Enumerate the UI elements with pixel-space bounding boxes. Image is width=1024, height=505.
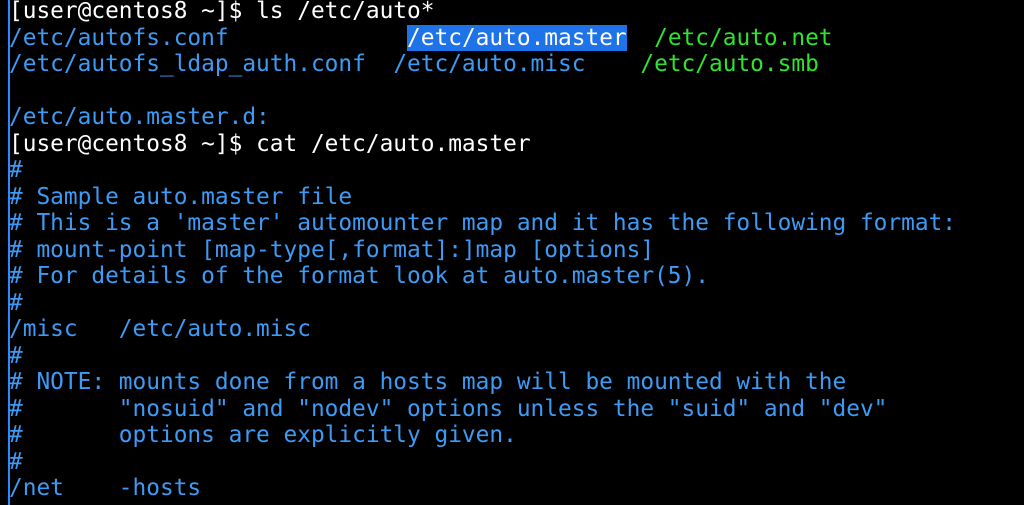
file-content-line: # For details of the format look at auto… bbox=[9, 263, 709, 289]
file-content-line: # This is a 'master' automounter map and… bbox=[9, 210, 957, 236]
file-entry: /etc/autofs.conf bbox=[9, 24, 229, 51]
file-entry: /etc/auto.misc bbox=[393, 51, 586, 77]
executable-file-entry: /etc/auto.smb bbox=[640, 51, 819, 77]
executable-file-entry: /etc/auto.net bbox=[654, 24, 833, 51]
file-content-line: # options are explicitly given. bbox=[9, 422, 517, 448]
terminal-output: [user@centos8 ~]$ ls /etc/auto* /etc/aut… bbox=[9, 0, 956, 502]
file-content-line: # bbox=[9, 289, 23, 316]
ls-output-row: /etc/autofs.conf /etc/auto.master /etc/a… bbox=[9, 24, 956, 52]
file-content-line: # bbox=[9, 448, 23, 475]
file-content-line: # bbox=[9, 342, 23, 369]
file-content-line: # mount-point [map-type[,format]:]map [o… bbox=[9, 236, 655, 263]
selected-file-entry: /etc/auto.master bbox=[407, 24, 627, 51]
command-text: ls /etc/auto* bbox=[256, 0, 435, 24]
command-text: cat /etc/auto.master bbox=[256, 130, 531, 157]
file-entry: /etc/autofs_ldap_auth.conf bbox=[9, 51, 366, 77]
file-content-line: # bbox=[9, 157, 23, 183]
command-line-cat: [user@centos8 ~]$ cat /etc/auto.master bbox=[9, 131, 956, 158]
file-content-line: /net -hosts bbox=[9, 475, 202, 501]
directory-heading: /etc/auto.master.d: bbox=[9, 104, 270, 130]
shell-prompt: [user@centos8 ~]$ bbox=[9, 130, 243, 157]
file-content-line: /misc /etc/auto.misc bbox=[9, 316, 311, 342]
file-content-line: # Sample auto.master file bbox=[9, 183, 353, 210]
file-content-line: # "nosuid" and "nodev" options unless th… bbox=[9, 395, 888, 422]
shell-prompt: [user@centos8 ~]$ bbox=[9, 0, 243, 24]
terminal-window[interactable]: [user@centos8 ~]$ ls /etc/auto* /etc/aut… bbox=[0, 0, 1024, 505]
file-content-line: # NOTE: mounts done from a hosts map wil… bbox=[9, 369, 847, 395]
ls-output-row: /etc/autofs_ldap_auth.conf /etc/auto.mis… bbox=[9, 51, 956, 78]
command-line-ls: [user@centos8 ~]$ ls /etc/auto* bbox=[9, 0, 956, 25]
